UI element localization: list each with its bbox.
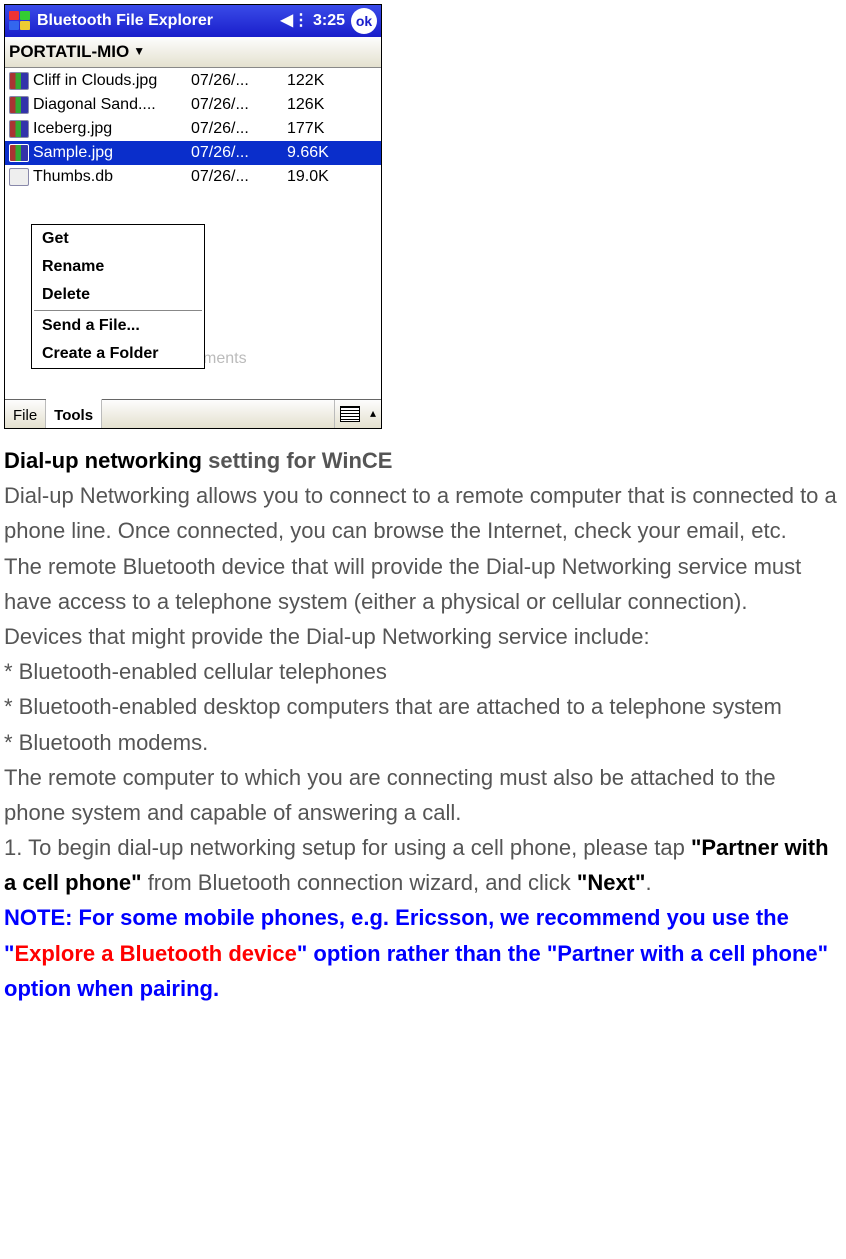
file-row[interactable]: Thumbs.db 07/26/... 19.0K	[5, 165, 381, 189]
file-size: 122K	[287, 68, 357, 94]
context-menu: Get Rename Delete Send a File... Create …	[31, 224, 205, 369]
window-title: Bluetooth File Explorer	[37, 8, 213, 34]
clock[interactable]: 3:25	[313, 8, 345, 34]
menu-get[interactable]: Get	[32, 225, 204, 253]
paragraph: The remote Bluetooth device that will pr…	[4, 549, 842, 619]
file-name: Sample.jpg	[33, 140, 191, 166]
file-size: 19.0K	[287, 164, 357, 190]
volume-icon[interactable]: ◀⋮	[281, 8, 309, 34]
file-name: Thumbs.db	[33, 164, 191, 190]
step-text: 1. To begin dial-up networking setup for…	[4, 835, 691, 860]
file-size: 9.66K	[287, 140, 357, 166]
bullet: * Bluetooth-enabled cellular telephones	[4, 654, 842, 689]
ok-button[interactable]: ok	[351, 8, 377, 34]
step-text: from Bluetooth connection wizard, and cl…	[142, 870, 577, 895]
heading-strong: Dial-up networking	[4, 448, 202, 473]
menu-separator	[34, 310, 202, 311]
file-date: 07/26/...	[191, 164, 287, 190]
file-name: Iceberg.jpg	[33, 116, 191, 142]
device-dropdown[interactable]: PORTATIL-MIO ▼	[5, 37, 381, 68]
menu-rename[interactable]: Rename	[32, 253, 204, 281]
paragraph: The remote computer to which you are con…	[4, 760, 842, 830]
bullet: * Bluetooth modems.	[4, 725, 842, 760]
image-file-icon	[9, 144, 29, 162]
file-row[interactable]: Iceberg.jpg 07/26/... 177K	[5, 117, 381, 141]
bullet: * Bluetooth-enabled desktop computers th…	[4, 689, 842, 724]
start-icon[interactable]	[9, 11, 31, 31]
note: NOTE: For some mobile phones, e.g. Erics…	[4, 900, 842, 1006]
step-text: .	[645, 870, 651, 895]
heading-rest: setting for WinCE	[202, 448, 392, 473]
file-date: 07/26/...	[191, 68, 287, 94]
menu-send-file[interactable]: Send a File...	[32, 312, 204, 340]
file-list[interactable]: Cliff in Clouds.jpg 07/26/... 122K Diago…	[5, 68, 381, 399]
image-file-icon	[9, 72, 29, 90]
paragraph: Dial-up Networking allows you to connect…	[4, 478, 842, 548]
pda-screenshot: Bluetooth File Explorer ◀⋮ 3:25 ok PORTA…	[4, 4, 382, 429]
menu-tools[interactable]: Tools	[46, 398, 102, 428]
file-row-selected[interactable]: Sample.jpg 07/26/... 9.66K	[5, 141, 381, 165]
file-name: Cliff in Clouds.jpg	[33, 68, 191, 94]
menu-create-folder[interactable]: Create a Folder	[32, 340, 204, 368]
file-size: 126K	[287, 92, 357, 118]
device-label: PORTATIL-MIO	[9, 38, 129, 65]
title-bar: Bluetooth File Explorer ◀⋮ 3:25 ok	[5, 5, 381, 37]
note-emphasis: Explore a Bluetooth device	[14, 941, 296, 966]
bottom-bar: File Tools ▴	[5, 399, 381, 428]
chevron-down-icon: ▼	[133, 42, 145, 61]
menu-delete[interactable]: Delete	[32, 281, 204, 309]
file-date: 07/26/...	[191, 116, 287, 142]
file-date: 07/26/...	[191, 92, 287, 118]
file-size: 177K	[287, 116, 357, 142]
section-heading: Dial-up networking setting for WinCE	[4, 443, 842, 478]
db-file-icon	[9, 168, 29, 186]
file-date: 07/26/...	[191, 140, 287, 166]
image-file-icon	[9, 96, 29, 114]
ui-reference: "Next"	[577, 870, 646, 895]
paragraph: Devices that might provide the Dial-up N…	[4, 619, 842, 654]
keyboard-icon[interactable]	[334, 400, 365, 428]
document-body: Dial-up networking setting for WinCE Dia…	[4, 443, 842, 1006]
up-arrow-icon[interactable]: ▴	[365, 400, 381, 428]
step-1: 1. To begin dial-up networking setup for…	[4, 830, 842, 900]
file-name: Diagonal Sand....	[33, 92, 191, 118]
path-hint: ments	[203, 346, 247, 372]
menu-file[interactable]: File	[5, 400, 46, 428]
file-row[interactable]: Cliff in Clouds.jpg 07/26/... 122K	[5, 69, 381, 93]
image-file-icon	[9, 120, 29, 138]
file-row[interactable]: Diagonal Sand.... 07/26/... 126K	[5, 93, 381, 117]
